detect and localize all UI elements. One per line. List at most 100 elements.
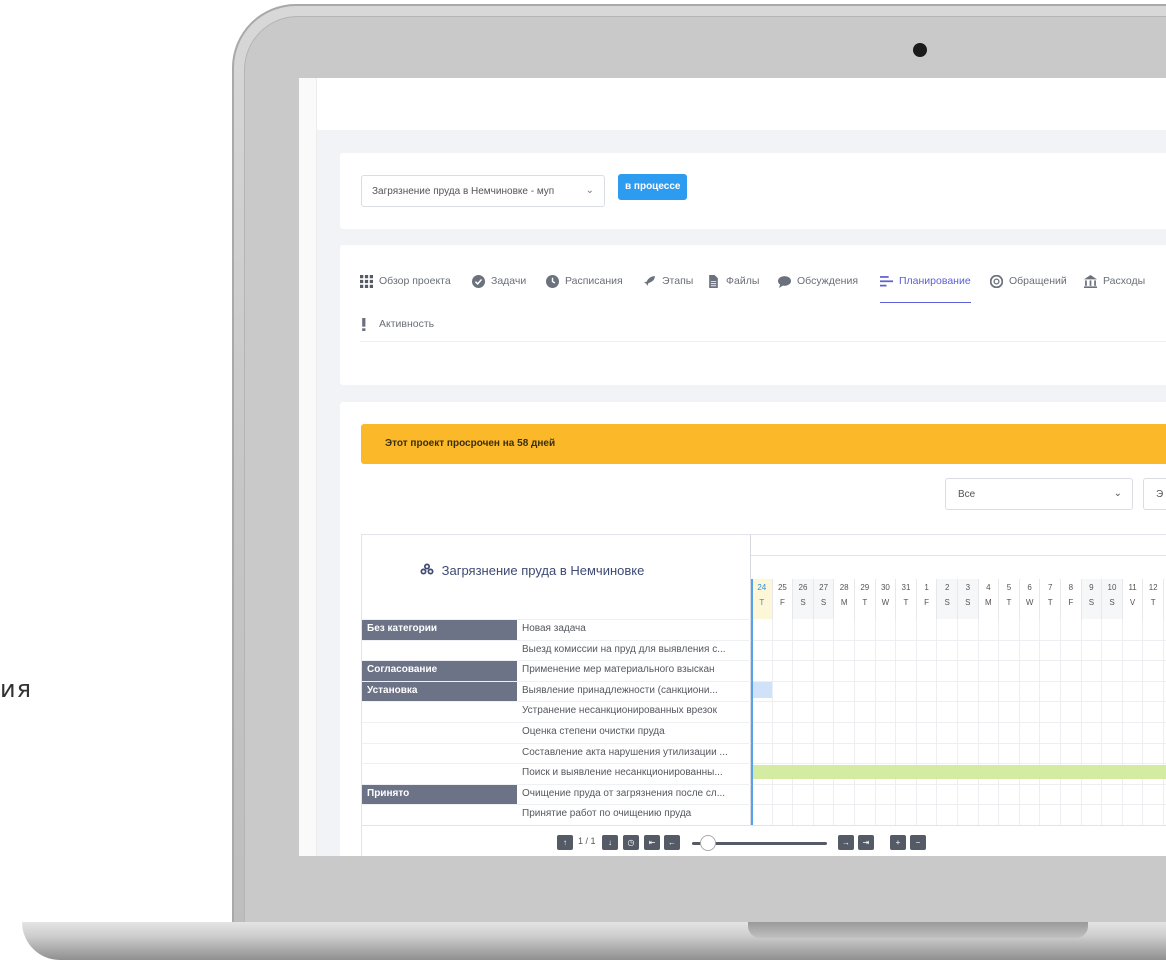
- task-category: [362, 723, 517, 743]
- tab-discussions[interactable]: Обсуждения: [778, 275, 858, 303]
- task-name[interactable]: Очищение пруда от загрязнения после сл..…: [522, 785, 750, 805]
- task-name[interactable]: Новая задача: [522, 620, 750, 640]
- day-number: 27: [819, 583, 829, 592]
- day-weekday: S: [965, 598, 971, 607]
- grid-row: [751, 804, 1166, 806]
- timeline-day: 31 T: [895, 579, 916, 619]
- tab-planning[interactable]: Планирование: [880, 275, 971, 303]
- scroll-end-button[interactable]: ⇥: [858, 835, 874, 850]
- table-row[interactable]: Составление акта нарушения утилизации ..…: [362, 742, 751, 764]
- timeline-day: 2S: [936, 579, 957, 619]
- day-number: 3: [965, 583, 971, 592]
- planning-card: Этот проект просрочен на 58 дней Все ⌄ Э…: [340, 402, 1166, 856]
- tab-files[interactable]: Файлы: [707, 275, 759, 303]
- timeline-day: 10 S: [1101, 579, 1122, 619]
- prev-page-button[interactable]: ↑: [557, 835, 573, 850]
- table-row[interactable]: Принято Очищение пруда от загрязнения пос…: [362, 783, 751, 805]
- gantt-icon: [880, 276, 893, 287]
- zoom-slider-knob[interactable]: [700, 835, 716, 851]
- task-category: Установка: [362, 681, 517, 702]
- task-name[interactable]: Принятие работ по очищению пруда: [522, 805, 750, 825]
- grid-icon: [360, 275, 373, 288]
- tab-tickets[interactable]: Обращений: [990, 275, 1067, 303]
- export-button[interactable]: Э: [1143, 478, 1166, 510]
- task-bar[interactable]: [753, 682, 772, 698]
- day-weekday: S: [1088, 598, 1095, 607]
- day-weekday: M: [840, 598, 848, 607]
- task-name[interactable]: Применение мер материального взыскан: [522, 661, 750, 681]
- table-row[interactable]: Согласование Применение мер материального…: [362, 660, 751, 681]
- project-select-value: Загрязнение пруда в Немчиновке - муп: [372, 186, 555, 197]
- day-number: 25: [777, 583, 787, 592]
- day-weekday: W: [881, 598, 890, 607]
- scroll-left-button[interactable]: ←: [664, 835, 680, 850]
- table-row[interactable]: Устранение несанкционированных врезок: [362, 701, 751, 722]
- timeline-day: 11 V: [1121, 579, 1143, 619]
- tab-milestones[interactable]: Этапы: [643, 275, 693, 303]
- gantt-title: Загрязнение пруда в Немчиновке: [420, 563, 644, 578]
- task-name[interactable]: Поиск и выявление несанкционированны...: [522, 764, 750, 784]
- task-name[interactable]: Выявление принадлежности (санкциони...: [522, 682, 750, 702]
- tab-schedules[interactable]: Расписания: [546, 275, 623, 303]
- next-page-button[interactable]: ↓: [602, 835, 618, 850]
- scroll-right-button[interactable]: →: [838, 835, 854, 850]
- timeline-day: 30 W: [874, 579, 896, 619]
- tab-label: Планирование: [899, 275, 971, 287]
- fit-button[interactable]: ⇤: [644, 835, 660, 850]
- timeline-day: 27 S: [812, 579, 834, 619]
- tab-overview[interactable]: Обзор проекта: [360, 275, 451, 303]
- task-bar[interactable]: [753, 765, 1166, 779]
- grid-row: [751, 783, 1166, 785]
- grid-row: [751, 680, 1166, 682]
- task-category: [362, 744, 517, 764]
- tab-label: Обращений: [1009, 275, 1067, 287]
- task-name[interactable]: Устранение несанкционированных врезок: [522, 702, 750, 722]
- grid-row: [751, 742, 1166, 744]
- filter-select[interactable]: Все ⌄: [945, 478, 1133, 510]
- status-badge[interactable]: в процессе: [618, 174, 688, 200]
- task-name[interactable]: Составление акта нарушения утилизации ..…: [522, 744, 750, 764]
- tab-tasks[interactable]: Задачи: [472, 275, 526, 303]
- side-text: ия: [0, 675, 33, 703]
- table-row[interactable]: Выезд комиссии на пруд для выявления с..…: [362, 639, 751, 661]
- laptop-base-groove: [748, 922, 1088, 938]
- stage: ия Загрязнение пруда в Немчиновке - муп …: [0, 0, 1166, 960]
- day-number: 7: [1047, 583, 1053, 592]
- zoom-in-button[interactable]: +: [890, 835, 906, 850]
- project-header-card: Загрязнение пруда в Немчиновке - муп ⌄ в…: [340, 153, 1166, 229]
- cubes-icon: [420, 563, 434, 578]
- chevron-down-icon: ⌄: [585, 185, 594, 196]
- today-button[interactable]: ◷: [623, 835, 639, 850]
- timeline-day: 8F: [1060, 579, 1081, 619]
- table-row[interactable]: Принятие работ по очищению пруда: [362, 804, 751, 825]
- bank-icon: [1084, 275, 1097, 288]
- project-select[interactable]: Загрязнение пруда в Немчиновке - муп ⌄: [361, 175, 605, 207]
- timeline-day: 7T: [1039, 579, 1060, 619]
- overdue-alert: Этот проект просрочен на 58 дней: [361, 424, 1166, 464]
- timeline-day: 24 T: [751, 579, 772, 619]
- day-weekday: S: [1109, 598, 1115, 607]
- tab-label: Обзор проекта: [379, 275, 451, 287]
- task-name[interactable]: Оценка степени очистки пруда: [522, 723, 750, 743]
- timeline-day: 6W: [1018, 579, 1040, 619]
- day-weekday: F: [1068, 598, 1074, 607]
- table-row[interactable]: Поиск и выявление несанкционированны...: [362, 763, 751, 784]
- file-icon: [709, 275, 718, 288]
- day-number: 12: [1148, 583, 1158, 592]
- task-name[interactable]: Выезд комиссии на пруд для выявления с..…: [522, 641, 750, 661]
- day-number: 30: [880, 583, 890, 592]
- day-weekday: T: [903, 598, 909, 607]
- table-row[interactable]: Установка Выявление принадлежности (санкц…: [362, 680, 751, 702]
- day-weekday: T: [1047, 598, 1053, 607]
- tab-expenses[interactable]: Расходы: [1084, 275, 1145, 303]
- day-number: 8: [1068, 583, 1074, 592]
- zoom-out-button[interactable]: −: [910, 835, 926, 850]
- day-number: 24: [757, 583, 767, 592]
- clock-icon: [546, 275, 559, 288]
- table-row[interactable]: Без категории Новая задача: [362, 619, 751, 640]
- day-number: 10: [1107, 583, 1117, 592]
- gantt-chart: Загрязнение пруда в Немчиновке Без катег…: [361, 534, 1166, 856]
- table-row[interactable]: Оценка степени очистки пруда: [362, 722, 751, 743]
- timeline-day: 9S: [1080, 579, 1102, 619]
- tabs-divider: [360, 341, 1166, 342]
